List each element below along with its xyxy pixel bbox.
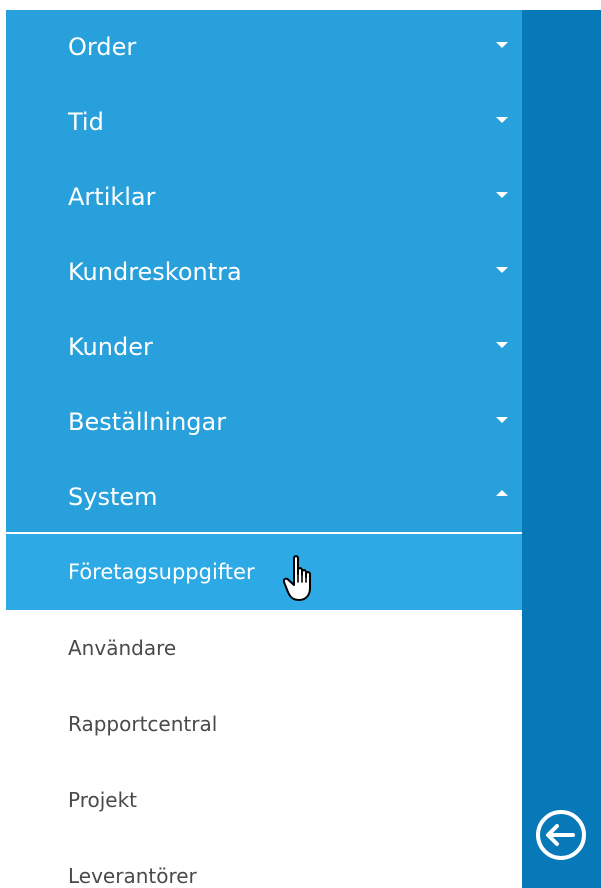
submenu-item-anvandare[interactable]: Användare	[6, 610, 522, 686]
menu-item-label: Order	[68, 33, 137, 61]
submenu-item-label: Användare	[68, 636, 177, 660]
collapse-menu-button[interactable]	[531, 805, 591, 865]
menu-item-label: Kundreskontra	[68, 258, 242, 286]
main-menu-section: Order Tid Artiklar Kundreskontra Kunder …	[6, 10, 522, 532]
sidebar-rail	[522, 10, 601, 888]
menu-item-label: Beställningar	[68, 408, 227, 436]
menu-item-tid[interactable]: Tid	[6, 85, 522, 160]
submenu-item-projekt[interactable]: Projekt	[6, 762, 522, 838]
menu-item-system[interactable]: System	[6, 460, 522, 535]
system-submenu: Företagsuppgifter Användare Rapportcentr…	[6, 534, 522, 888]
menu-item-order[interactable]: Order	[6, 10, 522, 85]
menu-item-label: Tid	[68, 108, 104, 136]
chevron-down-icon	[496, 342, 508, 348]
chevron-down-icon	[496, 267, 508, 273]
submenu-item-label: Rapportcentral	[68, 712, 218, 736]
submenu-item-leverantorer[interactable]: Leverantörer	[6, 838, 522, 888]
chevron-down-icon	[496, 192, 508, 198]
submenu-item-label: Projekt	[68, 788, 138, 812]
chevron-down-icon	[496, 417, 508, 423]
navigation-menu: Order Tid Artiklar Kundreskontra Kunder …	[6, 10, 522, 888]
menu-item-artiklar[interactable]: Artiklar	[6, 160, 522, 235]
arrow-left-circle-icon	[536, 810, 586, 860]
chevron-down-icon	[496, 42, 508, 48]
submenu-item-foretagsuppgifter[interactable]: Företagsuppgifter	[6, 534, 522, 610]
submenu-item-rapportcentral[interactable]: Rapportcentral	[6, 686, 522, 762]
chevron-down-icon	[496, 117, 508, 123]
chevron-up-icon	[496, 490, 508, 496]
menu-item-kundreskontra[interactable]: Kundreskontra	[6, 235, 522, 310]
menu-item-bestallningar[interactable]: Beställningar	[6, 385, 522, 460]
menu-item-label: System	[68, 483, 158, 511]
menu-item-kunder[interactable]: Kunder	[6, 310, 522, 385]
submenu-item-label: Leverantörer	[68, 864, 197, 888]
submenu-item-label: Företagsuppgifter	[68, 560, 255, 584]
menu-item-label: Artiklar	[68, 183, 156, 211]
app-frame: Order Tid Artiklar Kundreskontra Kunder …	[0, 0, 601, 888]
menu-item-label: Kunder	[68, 333, 153, 361]
